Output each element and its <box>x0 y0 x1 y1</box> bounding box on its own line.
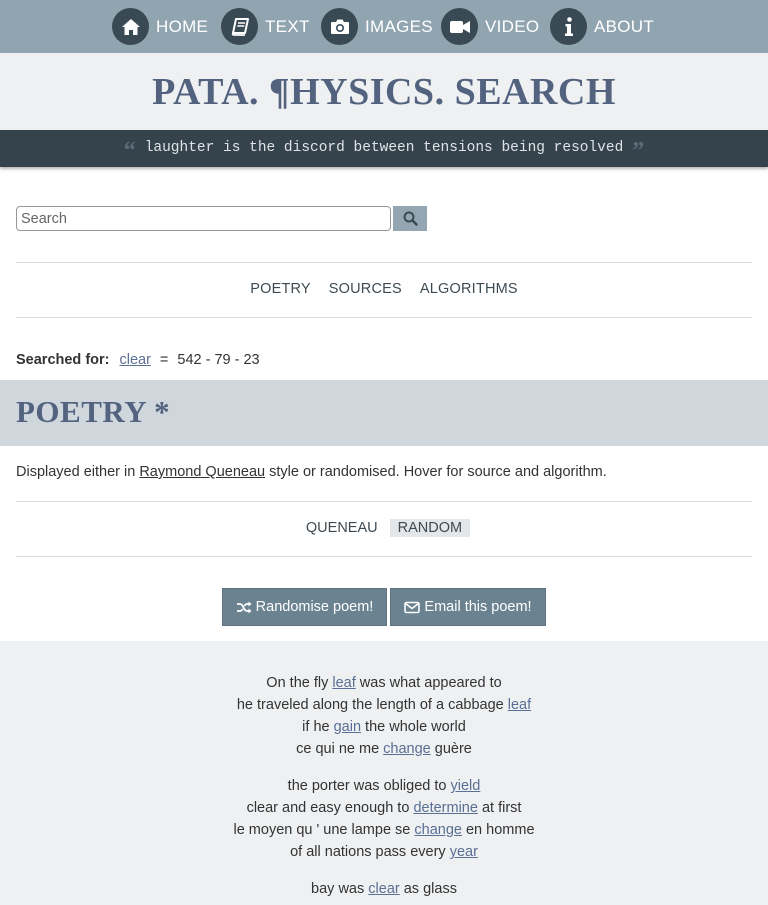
nav-images-label: IMAGES <box>365 16 433 36</box>
camera-icon <box>321 8 358 45</box>
poem-word-link[interactable]: leaf <box>508 697 531 713</box>
randomise-poem-label: Randomise poem! <box>255 599 374 615</box>
divider <box>16 556 752 557</box>
poem-word-link[interactable]: clear <box>368 881 399 897</box>
shuffle-icon <box>236 601 252 613</box>
tab-sources[interactable]: SOURCES <box>329 281 402 297</box>
divider <box>16 317 752 318</box>
poem-line: he traveled along the length of a cabbag… <box>236 697 532 713</box>
section-tabs: POETRY SOURCES ALGORITHMS <box>0 281 768 297</box>
email-poem-button[interactable]: Email this poem! <box>390 588 546 626</box>
quote-bar: “ laughter is the discord between tensio… <box>0 130 768 167</box>
poem-line: le moyen qu ' une lampe se change en hom… <box>233 822 535 838</box>
nav-about[interactable]: ABOUT <box>550 8 654 45</box>
site-title[interactable]: PATA. ¶HYSICS. SEARCH <box>0 70 768 114</box>
poem-style-toggles: QUENEAU RANDOM <box>0 519 768 537</box>
poem-word-link[interactable]: determine <box>413 800 477 816</box>
quote-text: laughter is the discord between tensions… <box>144 140 624 156</box>
poem-line: the porter was obliged to yield <box>287 778 481 794</box>
poem-line: bay was clear as glass <box>311 881 457 897</box>
divider <box>16 262 752 263</box>
tab-poetry[interactable]: POETRY <box>250 281 311 297</box>
poem-word-link[interactable]: year <box>450 844 478 860</box>
poem-word-link[interactable]: gain <box>334 719 361 735</box>
open-quote-icon: “ <box>123 138 136 164</box>
poem-line: of all nations pass every year <box>290 844 478 860</box>
description-text: style or randomised. Hover for source an… <box>265 464 607 480</box>
nav-images[interactable]: IMAGES <box>321 8 433 45</box>
top-nav: HOME TEXT IMAGES VIDEO ABOUT <box>0 0 768 53</box>
search-button[interactable] <box>393 206 427 231</box>
info-icon <box>550 8 587 45</box>
poem-line: On the fly leaf was what appeared to <box>266 675 502 691</box>
equals-sign: = <box>159 352 169 368</box>
poem-line: if he gain the whole world <box>302 719 466 735</box>
poem-line: clear and easy enough to determine at fi… <box>246 800 522 816</box>
tab-algorithms[interactable]: ALGORITHMS <box>420 281 518 297</box>
poetry-title: POETRY * <box>16 394 171 429</box>
search-input[interactable] <box>16 206 391 231</box>
result-counts: 542 - 79 - 23 <box>177 352 260 368</box>
poetry-description: Displayed either in Raymond Queneau styl… <box>16 464 607 480</box>
toggle-queneau[interactable]: QUENEAU <box>298 519 386 537</box>
email-poem-label: Email this poem! <box>424 599 532 615</box>
envelope-icon <box>404 601 421 613</box>
poem-line: ce qui ne me change guère <box>296 741 472 757</box>
book-icon <box>221 8 258 45</box>
nav-video[interactable]: VIDEO <box>441 8 539 45</box>
poem-word-link[interactable]: change <box>383 741 431 757</box>
nav-about-label: ABOUT <box>594 16 655 36</box>
poem-word-link[interactable]: yield <box>451 778 481 794</box>
nav-home-label: HOME <box>156 16 209 36</box>
toggle-random[interactable]: RANDOM <box>389 519 471 537</box>
close-quote-icon: ” <box>632 138 645 164</box>
home-icon <box>112 8 149 45</box>
nav-text[interactable]: TEXT <box>221 8 310 45</box>
nav-video-label: VIDEO <box>485 16 540 36</box>
nav-home[interactable]: HOME <box>112 8 208 45</box>
divider <box>16 501 752 502</box>
poem-word-link[interactable]: leaf <box>332 675 355 691</box>
search-icon <box>403 211 418 226</box>
poem-word-link[interactable]: change <box>414 822 462 838</box>
nav-text-label: TEXT <box>265 16 310 36</box>
searched-for: Searched for: clear = 542 - 79 - 23 <box>16 352 260 368</box>
queneau-link[interactable]: Raymond Queneau <box>139 464 265 480</box>
searched-for-label: Searched for: <box>16 352 110 368</box>
randomise-poem-button[interactable]: Randomise poem! <box>222 588 387 626</box>
search-term-link[interactable]: clear <box>119 352 150 368</box>
description-text: Displayed either in <box>16 464 140 480</box>
video-icon <box>441 8 478 45</box>
